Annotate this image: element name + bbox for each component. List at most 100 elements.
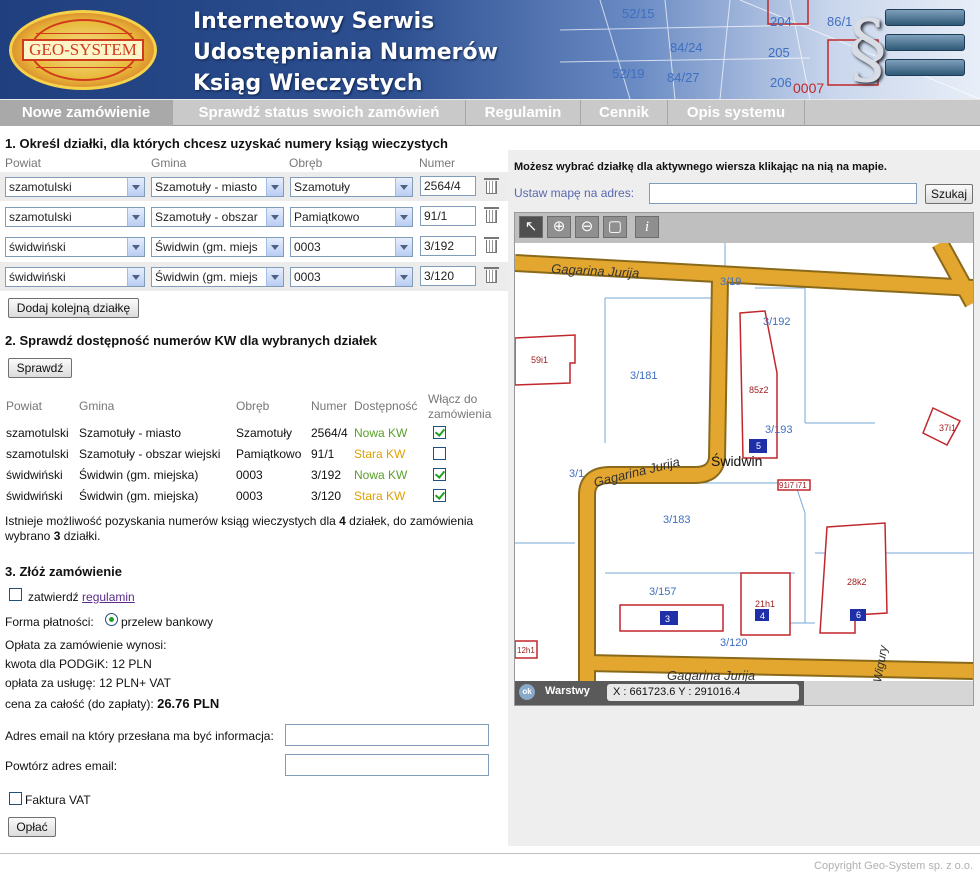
table-cell: Pamiątkowo [236,447,302,461]
email-repeat-input[interactable] [285,754,489,776]
parcel-map[interactable]: ↖ ⊕ ⊖ ▢ i 3/192 3/181 3/193 3/183 3/157 … [514,212,974,706]
building-label: 85z2 [749,385,769,395]
title-line-3: Ksiąg Wieczystych [193,71,423,96]
page-header: 52/15 204 86/1 84/24 205 52/19 84/27 206… [0,0,980,99]
table-cell: 91/1 [311,447,335,461]
table-cell: świdwiński [6,489,63,503]
title-line-2: Udostępniania Numerów [193,40,498,65]
include-checkbox[interactable] [433,447,446,460]
zoom-out-icon[interactable]: ⊖ [575,216,599,238]
include-checkbox[interactable] [433,489,446,502]
town-label: Świdwin [711,452,762,469]
include-checkbox[interactable] [433,468,446,481]
info-icon[interactable]: i [635,216,659,238]
trash-icon[interactable] [484,178,499,194]
status-badge: Stara KW [354,489,406,503]
payment-method-label: Forma płatności: [5,615,94,629]
accept-terms-label: zatwierdź regulamin [28,590,135,604]
tab-pricing[interactable]: Cennik [581,100,668,126]
obreb-select[interactable]: 0003 [290,267,413,287]
select-value: świdwiński [9,240,66,254]
gmina-select[interactable]: Świdwin (gm. miejs [151,237,284,257]
step3-title: 3. Złóż zamówienie [5,564,123,579]
table-cell: 3/192 [311,468,342,482]
obreb-select[interactable]: Pamiątkowo [290,207,413,227]
numer-input[interactable]: 3/120 [420,266,476,286]
accept-terms-checkbox[interactable] [9,588,22,601]
layers-ok-button[interactable]: ok [519,684,535,700]
header-map-label: 52/15 [622,6,655,21]
powiat-select[interactable]: szamotulski [5,177,145,197]
building-label: 59i1 [531,355,548,365]
table-header-powiat: Powiat [6,399,43,413]
email-input[interactable] [285,724,489,746]
obreb-select[interactable]: Szamotuły [290,177,413,197]
select-value: Świdwin (gm. miejs [155,240,258,254]
fee-intro: Opłata za zamówienie wynosi: [5,638,167,652]
chevron-down-icon [266,208,283,226]
tab-system-description[interactable]: Opis systemu [668,100,805,126]
chevron-down-icon [127,208,144,226]
search-button[interactable]: Szukaj [925,184,973,204]
info-count: 4 [339,514,346,528]
title-line-1: Internetowy Serwis [193,9,435,34]
check-availability-button[interactable]: Sprawdź [8,358,72,378]
table-cell: Szamotuły - obszar wiejski [79,447,221,461]
numer-input[interactable]: 3/192 [420,236,476,256]
tab-order-status[interactable]: Sprawdź status swoich zamówień [173,100,466,126]
full-extent-icon[interactable]: ▢ [603,216,627,238]
gmina-select[interactable]: Szamotuły - obszar [151,207,284,227]
building-label: 6 [856,610,861,620]
header-map-label: 52/19 [612,66,645,81]
tab-new-order[interactable]: Nowe zamówienie [0,100,173,126]
table-cell: Świdwin (gm. miejska) [79,468,199,482]
status-spacer [804,681,973,705]
chevron-down-icon [395,178,412,196]
powiat-select[interactable]: świdwiński [5,237,145,257]
trash-icon[interactable] [484,207,499,223]
include-checkbox[interactable] [433,426,446,439]
pay-button[interactable]: Opłać [8,817,56,837]
gmina-select[interactable]: Świdwin (gm. miejs [151,267,284,287]
select-value: świdwiński [9,270,66,284]
pointer-icon[interactable]: ↖ [519,216,543,238]
logo-text: GEO-SYSTEM [22,39,144,61]
zoom-in-icon[interactable]: ⊕ [547,216,571,238]
invoice-checkbox[interactable] [9,792,22,805]
trash-icon[interactable] [484,267,499,283]
availability-info-line2: wybrano 3 działki. [5,529,100,543]
payment-transfer-radio[interactable] [105,613,118,626]
powiat-select[interactable]: szamotulski [5,207,145,227]
address-input[interactable] [649,183,917,204]
accept-terms-text: zatwierdź [28,590,83,604]
map-canvas[interactable]: 3/192 3/181 3/193 3/183 3/157 3/120 3/1 … [515,243,973,681]
email-repeat-label: Powtórz adres email: [5,759,118,773]
terms-link[interactable]: regulamin [82,590,135,604]
powiat-select[interactable]: świdwiński [5,267,145,287]
building-label: i71 [796,481,807,490]
parcel-label: 3/183 [663,514,691,526]
gmina-select[interactable]: Szamotuły - miasto [151,177,284,197]
fee-podgik: kwota dla PODGiK: 12 PLN [5,657,152,671]
select-value: 0003 [294,240,321,254]
trash-icon[interactable] [484,237,499,253]
header-bar [885,34,965,51]
select-value: Szamotuły - obszar [155,210,258,224]
col-label-obreb: Obręb [289,156,323,170]
status-badge: Nowa KW [354,426,408,440]
step2-title: 2. Sprawdź dostępność numerów KW dla wyb… [5,333,378,348]
status-badge: Nowa KW [354,468,408,482]
obreb-select[interactable]: 0003 [290,237,413,257]
layers-label[interactable]: Warstwy [545,685,590,697]
numer-input[interactable]: 91/1 [420,206,476,226]
copyright: Copyright Geo-System sp. z o.o. [814,860,973,872]
select-value: szamotulski [9,180,72,194]
info-text: wybrano [5,529,54,543]
select-value: Pamiątkowo [294,210,360,224]
chevron-down-icon [127,178,144,196]
parcel-label: 3/19 [720,276,741,288]
payment-transfer-label: przelew bankowy [121,615,214,629]
tab-terms[interactable]: Regulamin [466,100,581,126]
numer-input[interactable]: 2564/4 [420,176,476,196]
add-parcel-button[interactable]: Dodaj kolejną działkę [8,298,139,318]
